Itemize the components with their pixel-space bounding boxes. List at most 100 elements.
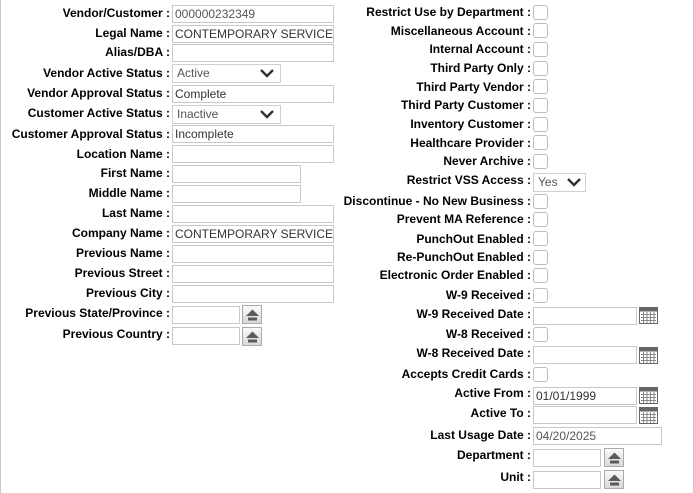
label-inventory-customer: Inventory Customer : [410,117,531,131]
previous-state-lookup-button[interactable] [242,305,262,324]
calendar-icon[interactable] [639,307,658,324]
vendor-customer-field[interactable]: 000000232349 [172,5,334,23]
prevent-ma-reference-checkbox[interactable] [533,212,548,227]
label-third-party-vendor: Third Party Vendor : [416,80,531,94]
label-location-name: Location Name : [76,147,170,161]
previous-city-field[interactable] [172,285,334,303]
label-miscellaneous-account: Miscellaneous Account : [390,24,531,38]
chevron-down-icon [260,110,274,119]
label-legal-name: Legal Name : [95,26,170,40]
vendor-approval-status-field[interactable]: Complete [172,85,334,103]
label-discontinue-no-new-business: Discontinue - No New Business : [343,194,531,208]
inventory-customer-checkbox[interactable] [533,117,548,132]
active-from-field[interactable]: 01/01/1999 [533,387,637,405]
label-unit: Unit : [500,470,531,484]
label-middle-name: Middle Name : [88,186,170,200]
active-to-field[interactable] [533,406,637,424]
internal-account-checkbox[interactable] [533,42,548,57]
healthcare-provider-checkbox[interactable] [533,135,548,150]
previous-country-field[interactable] [172,327,240,345]
vendor-active-status-value: Active [177,66,210,80]
lookup-icon [246,309,259,321]
previous-street-field[interactable] [172,265,334,283]
last-name-field[interactable] [172,205,334,223]
w9-received-date-field[interactable] [533,307,637,325]
label-restrict-vss-access: Restrict VSS Access : [406,173,531,187]
lookup-icon [608,452,621,464]
label-previous-street: Previous Street : [74,266,170,280]
label-company-name: Company Name : [71,226,170,240]
third-party-customer-checkbox[interactable] [533,98,548,113]
label-department: Department : [456,448,531,462]
legal-name-field[interactable]: CONTEMPORARY SERVICES [172,25,334,43]
label-previous-country: Previous Country : [62,327,170,341]
label-accepts-credit-cards: Accepts Credit Cards : [401,367,531,381]
miscellaneous-account-checkbox[interactable] [533,23,548,38]
punchout-enabled-checkbox[interactable] [533,231,548,246]
label-healthcare-provider: Healthcare Provider : [410,136,531,150]
restrict-use-by-department-checkbox[interactable] [533,5,548,20]
label-first-name: First Name : [100,166,170,180]
label-customer-approval-status: Customer Approval Status : [11,127,170,141]
label-vendor-active-status: Vendor Active Status : [43,66,170,80]
alias-dba-field[interactable] [172,44,334,62]
label-w9-received: W-9 Received : [445,288,531,302]
label-active-from: Active From : [454,386,531,400]
label-third-party-only: Third Party Only : [430,61,531,75]
discontinue-no-new-business-checkbox[interactable] [533,194,548,209]
last-usage-date-field[interactable]: 04/20/2025 [533,427,662,445]
frame-left-edge [0,0,1,493]
w8-received-date-field[interactable] [533,346,637,364]
label-previous-name: Previous Name : [75,246,170,260]
never-archive-checkbox[interactable] [533,154,548,169]
label-never-archive: Never Archive : [443,154,531,168]
label-alias-dba: Alias/DBA : [105,45,170,59]
calendar-icon[interactable] [639,347,658,364]
restrict-vss-access-select[interactable]: Yes [533,173,586,192]
calendar-icon[interactable] [639,407,658,424]
previous-state-province-field[interactable] [172,306,240,324]
label-previous-city: Previous City : [85,286,170,300]
w8-received-checkbox[interactable] [533,327,548,342]
label-internal-account: Internal Account : [429,42,531,56]
restrict-vss-access-value: Yes [538,175,558,189]
label-customer-active-status: Customer Active Status : [27,106,170,120]
customer-active-status-value: Inactive [177,107,219,121]
chevron-down-icon [260,69,274,78]
department-lookup-button[interactable] [604,448,624,467]
label-w8-received: W-8 Received : [445,327,531,341]
label-previous-state-province: Previous State/Province : [25,306,170,320]
unit-lookup-button[interactable] [604,470,624,489]
lookup-icon [246,331,259,343]
label-third-party-customer: Third Party Customer : [400,98,531,112]
company-name-field[interactable]: CONTEMPORARY SERVICES [172,225,334,243]
electronic-order-enabled-checkbox[interactable] [533,268,548,283]
customer-active-status-select[interactable]: Inactive [172,105,281,124]
re-punchout-enabled-checkbox[interactable] [533,250,548,265]
vendor-active-status-select[interactable]: Active [172,64,281,83]
label-re-punchout-enabled: Re-PunchOut Enabled : [396,250,531,264]
previous-name-field[interactable] [172,245,334,263]
previous-country-lookup-button[interactable] [242,327,262,346]
accepts-credit-cards-checkbox[interactable] [533,367,548,382]
customer-approval-status-field[interactable]: Incomplete [172,125,334,143]
label-prevent-ma-reference: Prevent MA Reference : [396,212,531,226]
department-field[interactable] [533,449,601,467]
lookup-icon [608,474,621,486]
label-restrict-use-by-department: Restrict Use by Department : [366,5,531,19]
label-w9-received-date: W-9 Received Date : [416,307,531,321]
label-last-usage-date: Last Usage Date : [430,428,531,442]
calendar-icon[interactable] [639,387,658,404]
label-w8-received-date: W-8 Received Date : [416,346,531,360]
location-name-field[interactable] [172,145,334,163]
unit-field[interactable] [533,471,601,489]
label-electronic-order-enabled: Electronic Order Enabled : [379,268,531,282]
middle-name-field[interactable] [172,185,301,203]
label-active-to: Active To : [470,406,531,420]
third-party-vendor-checkbox[interactable] [533,79,548,94]
chevron-down-icon [567,178,581,187]
third-party-only-checkbox[interactable] [533,61,548,76]
first-name-field[interactable] [172,165,301,183]
label-punchout-enabled: PunchOut Enabled : [416,232,531,246]
w9-received-checkbox[interactable] [533,288,548,303]
